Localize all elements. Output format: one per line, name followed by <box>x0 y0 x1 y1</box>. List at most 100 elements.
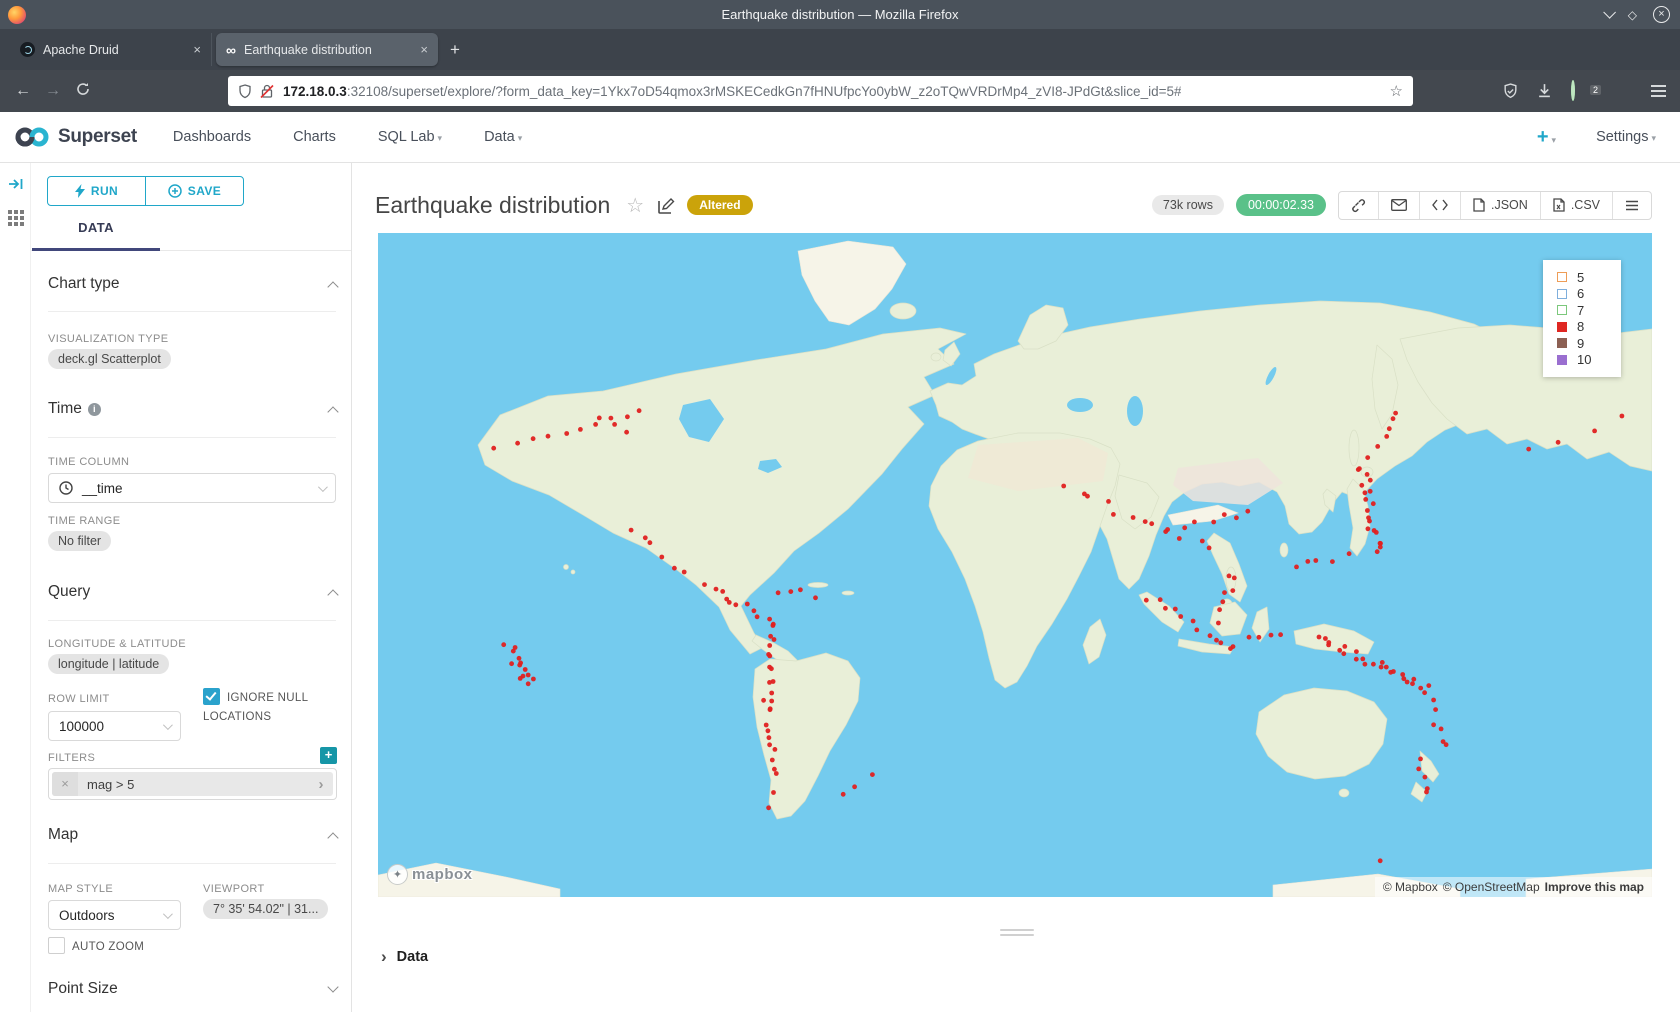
collapse-chevron-icon[interactable] <box>327 589 338 600</box>
reload-button[interactable] <box>68 82 98 101</box>
viewport-value[interactable]: 7° 35' 54.02" | 31... <box>203 899 328 919</box>
legend-item: 6 <box>1557 286 1621 303</box>
section-map[interactable]: Map <box>48 826 78 844</box>
mapbox-logo[interactable]: ✦ mapbox <box>387 864 473 885</box>
expand-right-chevron-icon: › <box>381 948 387 965</box>
envelope-icon <box>1391 199 1407 211</box>
row-limit-label: ROW LIMIT <box>48 693 110 705</box>
improve-map-link[interactable]: Improve this map <box>1545 880 1644 894</box>
export-csv-button[interactable]: .CSV <box>1540 192 1612 219</box>
window-maximize-icon[interactable]: ◇ <box>1628 9 1637 21</box>
map-style-select[interactable]: Outdoors <box>48 900 181 930</box>
ignore-null-checkbox[interactable]: IGNORE NULL LOCATIONS <box>203 688 321 726</box>
downloads-icon[interactable] <box>1537 83 1552 98</box>
row-count-badge: 73k rows <box>1152 195 1224 215</box>
export-toolbar: .JSON .CSV <box>1338 191 1652 220</box>
legend-swatch-10 <box>1557 355 1567 365</box>
filter-control[interactable]: × mag > 5 › <box>48 768 337 800</box>
altered-badge[interactable]: Altered <box>687 195 752 215</box>
bookmark-star-icon[interactable]: ☆ <box>1390 82 1403 100</box>
browser-toolbar: ← → 172.18.0.3:32108/superset/explore/?f… <box>0 70 1680 112</box>
run-button[interactable]: RUN <box>48 177 145 205</box>
section-query[interactable]: Query <box>48 583 90 601</box>
data-results-collapse[interactable]: › Data <box>381 948 428 965</box>
extension-green-icon[interactable] <box>1571 82 1575 99</box>
add-filter-button[interactable]: + <box>320 747 337 764</box>
chart-title: Earthquake distribution <box>375 192 610 219</box>
file-icon <box>1553 198 1565 212</box>
back-button[interactable]: ← <box>8 82 38 100</box>
nav-dashboards[interactable]: Dashboards <box>173 129 251 145</box>
forward-button[interactable]: → <box>38 82 68 100</box>
deckgl-map[interactable]: 5 6 7 8 9 10 ✦ mapbox © Mapbox © OpenStr… <box>378 233 1652 897</box>
ublock-badge: 2 <box>1590 85 1601 95</box>
section-point-size[interactable]: Point Size <box>48 980 118 998</box>
druid-favicon <box>20 42 35 57</box>
nav-data[interactable]: Data▾ <box>484 129 522 145</box>
collapse-chevron-icon[interactable] <box>327 406 338 417</box>
control-panel: RUN SAVE DATA Chart type VISUALIZATION T… <box>31 163 352 1012</box>
superset-logo[interactable]: Superset <box>14 126 137 148</box>
collapse-chevron-icon[interactable] <box>327 832 338 843</box>
copy-link-button[interactable] <box>1339 192 1378 219</box>
remove-filter-icon[interactable]: × <box>52 772 78 796</box>
section-time[interactable]: Timei <box>48 400 101 418</box>
embed-code-button[interactable] <box>1419 192 1460 219</box>
tab-data[interactable]: DATA <box>32 208 160 248</box>
export-json-button[interactable]: .JSON <box>1460 192 1540 219</box>
email-button[interactable] <box>1378 192 1419 219</box>
save-button[interactable]: SAVE <box>145 177 243 205</box>
chart-area: Earthquake distribution ☆ Altered 73k ro… <box>352 163 1680 1012</box>
tab-title: Earthquake distribution <box>244 43 372 57</box>
menu-icon[interactable] <box>1651 82 1666 99</box>
more-options-button[interactable] <box>1612 192 1651 219</box>
expand-chevron-icon[interactable] <box>327 981 338 992</box>
section-chart-type[interactable]: Chart type <box>48 275 120 293</box>
protections-shield-icon[interactable] <box>1503 83 1518 99</box>
expand-datasource-icon[interactable] <box>8 177 24 191</box>
attribution-osm-link[interactable]: © OpenStreetMap <box>1443 880 1540 894</box>
new-tab-button[interactable]: + <box>450 40 460 60</box>
checkbox-checked-icon[interactable] <box>203 688 220 705</box>
time-range-value[interactable]: No filter <box>48 531 111 551</box>
filters-label: FILTERS <box>48 752 95 764</box>
superset-favicon: ∞ <box>226 43 236 57</box>
tab-close-icon[interactable]: × <box>420 42 428 57</box>
edit-properties-icon[interactable] <box>658 197 675 214</box>
info-icon: i <box>88 403 101 416</box>
panel-tabs: DATA <box>31 208 351 251</box>
viz-type-value[interactable]: deck.gl Scatterplot <box>48 349 171 369</box>
tab-close-icon[interactable]: × <box>193 42 201 57</box>
row-limit-select[interactable]: 100000 <box>48 711 181 741</box>
favorite-star-icon[interactable]: ☆ <box>626 193 644 218</box>
url-bar[interactable]: 172.18.0.3:32108/superset/explore/?form_… <box>228 76 1413 106</box>
nav-sql-lab[interactable]: SQL Lab▾ <box>378 129 442 145</box>
settings-menu[interactable]: Settings▾ <box>1596 129 1656 145</box>
auto-zoom-checkbox[interactable]: AUTO ZOOM <box>48 937 144 956</box>
legend-swatch-5 <box>1557 272 1567 282</box>
lonlat-value[interactable]: longitude | latitude <box>48 654 169 674</box>
filter-expand-icon[interactable]: › <box>309 776 333 793</box>
url-text: 172.18.0.3:32108/superset/explore/?form_… <box>283 84 1181 99</box>
tab-apache-druid[interactable]: Apache Druid × <box>10 33 212 66</box>
dataset-grid-icon[interactable] <box>8 210 24 226</box>
window-minimize-icon[interactable] <box>1603 6 1616 19</box>
insecure-lock-icon[interactable] <box>260 84 274 99</box>
permissions-shield-icon[interactable] <box>238 84 252 99</box>
legend-swatch-8 <box>1557 322 1567 332</box>
viz-type-label: VISUALIZATION TYPE <box>48 333 169 345</box>
panel-drag-handle[interactable] <box>1000 926 1034 939</box>
add-new-button[interactable]: +▾ <box>1537 126 1556 149</box>
collapse-chevron-icon[interactable] <box>327 281 338 292</box>
lonlat-label: LONGITUDE & LATITUDE <box>48 638 186 650</box>
window-close-icon[interactable]: × <box>1653 6 1670 23</box>
attribution-mapbox-link[interactable]: © Mapbox <box>1383 880 1438 894</box>
time-range-label: TIME RANGE <box>48 515 120 527</box>
legend-item: 9 <box>1557 335 1621 352</box>
tab-earthquake-distribution[interactable]: ∞ Earthquake distribution × <box>216 33 438 66</box>
filter-value[interactable]: mag > 5 <box>78 777 309 792</box>
checkbox-empty-icon[interactable] <box>48 937 65 954</box>
legend-item: 10 <box>1557 352 1621 369</box>
nav-charts[interactable]: Charts <box>293 129 336 145</box>
time-column-select[interactable]: __time <box>48 473 336 503</box>
